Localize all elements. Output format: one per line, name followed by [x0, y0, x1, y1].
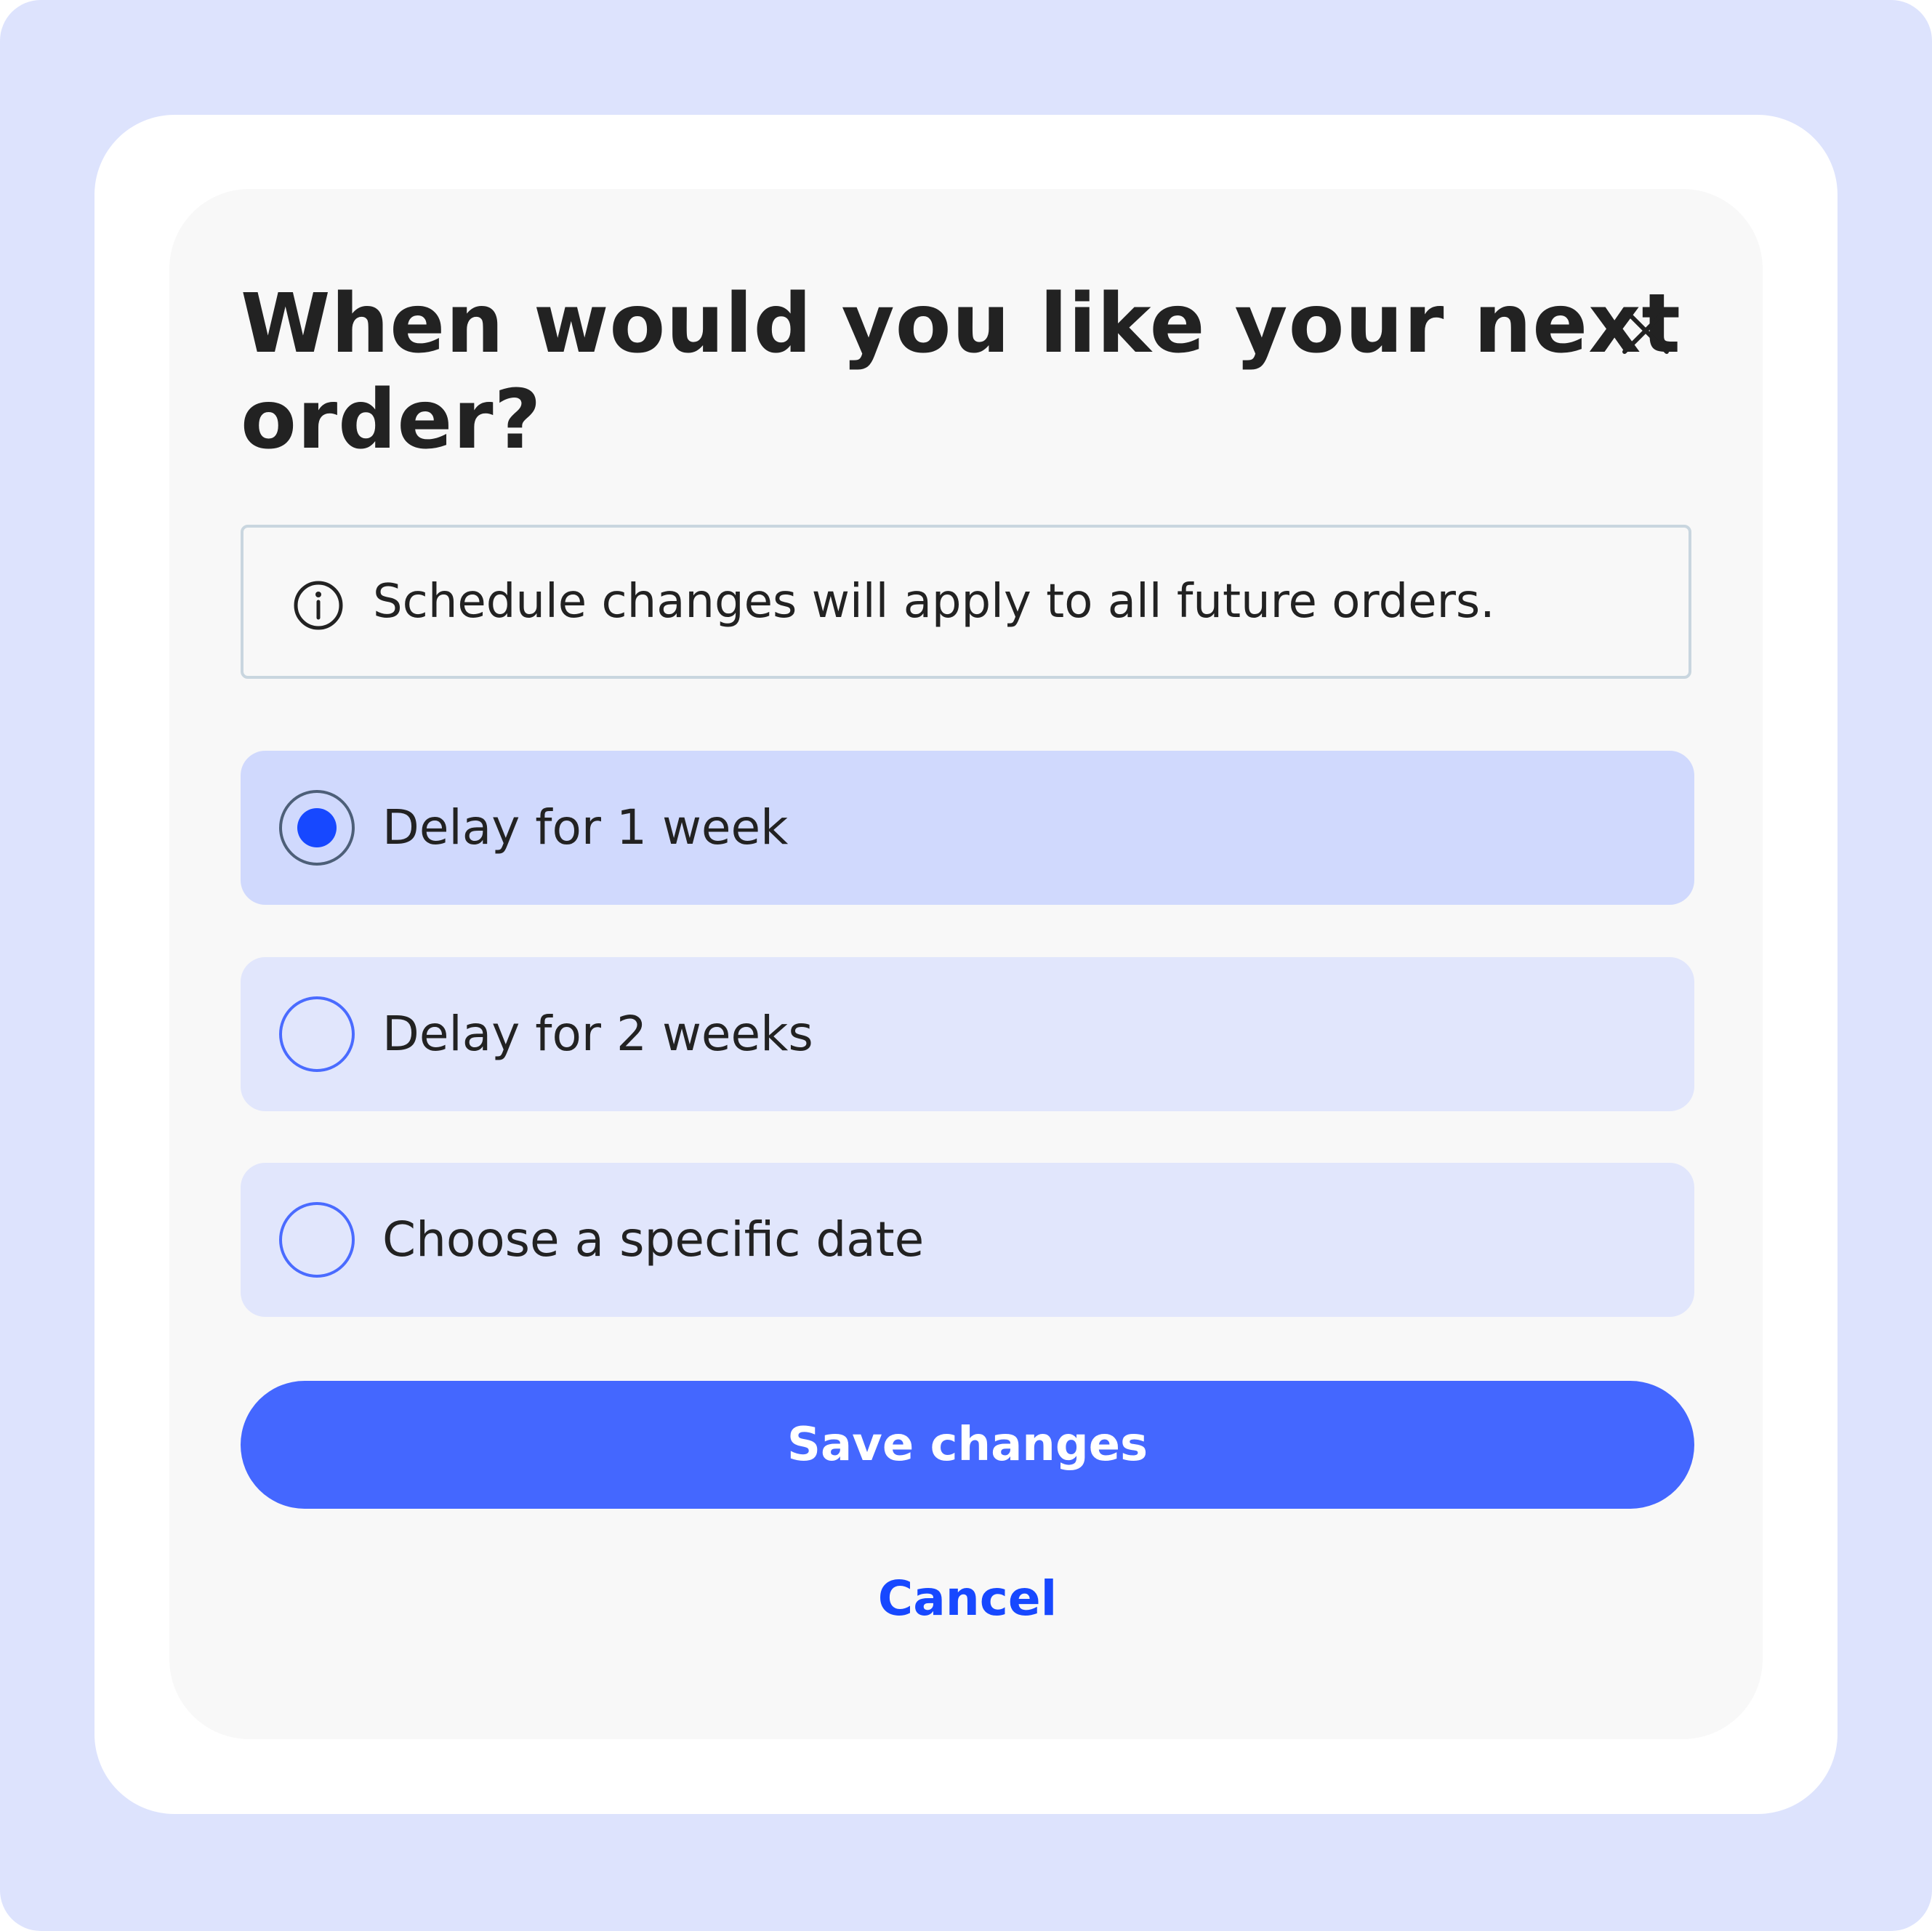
- radio-selected-icon[interactable]: [278, 789, 355, 866]
- radio-unselected-icon[interactable]: [278, 996, 355, 1073]
- close-icon: [1622, 307, 1669, 354]
- info-text: Schedule changes will apply to all futur…: [373, 575, 1495, 629]
- close-button[interactable]: [1606, 291, 1686, 371]
- cancel-link[interactable]: Cancel: [241, 1555, 1694, 1642]
- option-label: Choose a specific date: [382, 1212, 925, 1267]
- save-changes-button[interactable]: Save changes: [241, 1381, 1694, 1509]
- schedule-dialog: When would you like your next order? Sch…: [169, 189, 1763, 1739]
- option-specific-date[interactable]: Choose a specific date: [241, 1163, 1694, 1317]
- option-label: Delay for 1 week: [382, 799, 789, 855]
- dialog-title: When would you like your next order?: [241, 277, 1681, 467]
- info-banner: Schedule changes will apply to all futur…: [241, 525, 1691, 679]
- radio-unselected-icon[interactable]: [278, 1201, 355, 1278]
- option-delay-1-week[interactable]: Delay for 1 week: [241, 751, 1694, 905]
- option-delay-2-weeks[interactable]: Delay for 2 weeks: [241, 957, 1694, 1111]
- option-label: Delay for 2 weeks: [382, 1006, 813, 1062]
- info-icon: [294, 581, 343, 630]
